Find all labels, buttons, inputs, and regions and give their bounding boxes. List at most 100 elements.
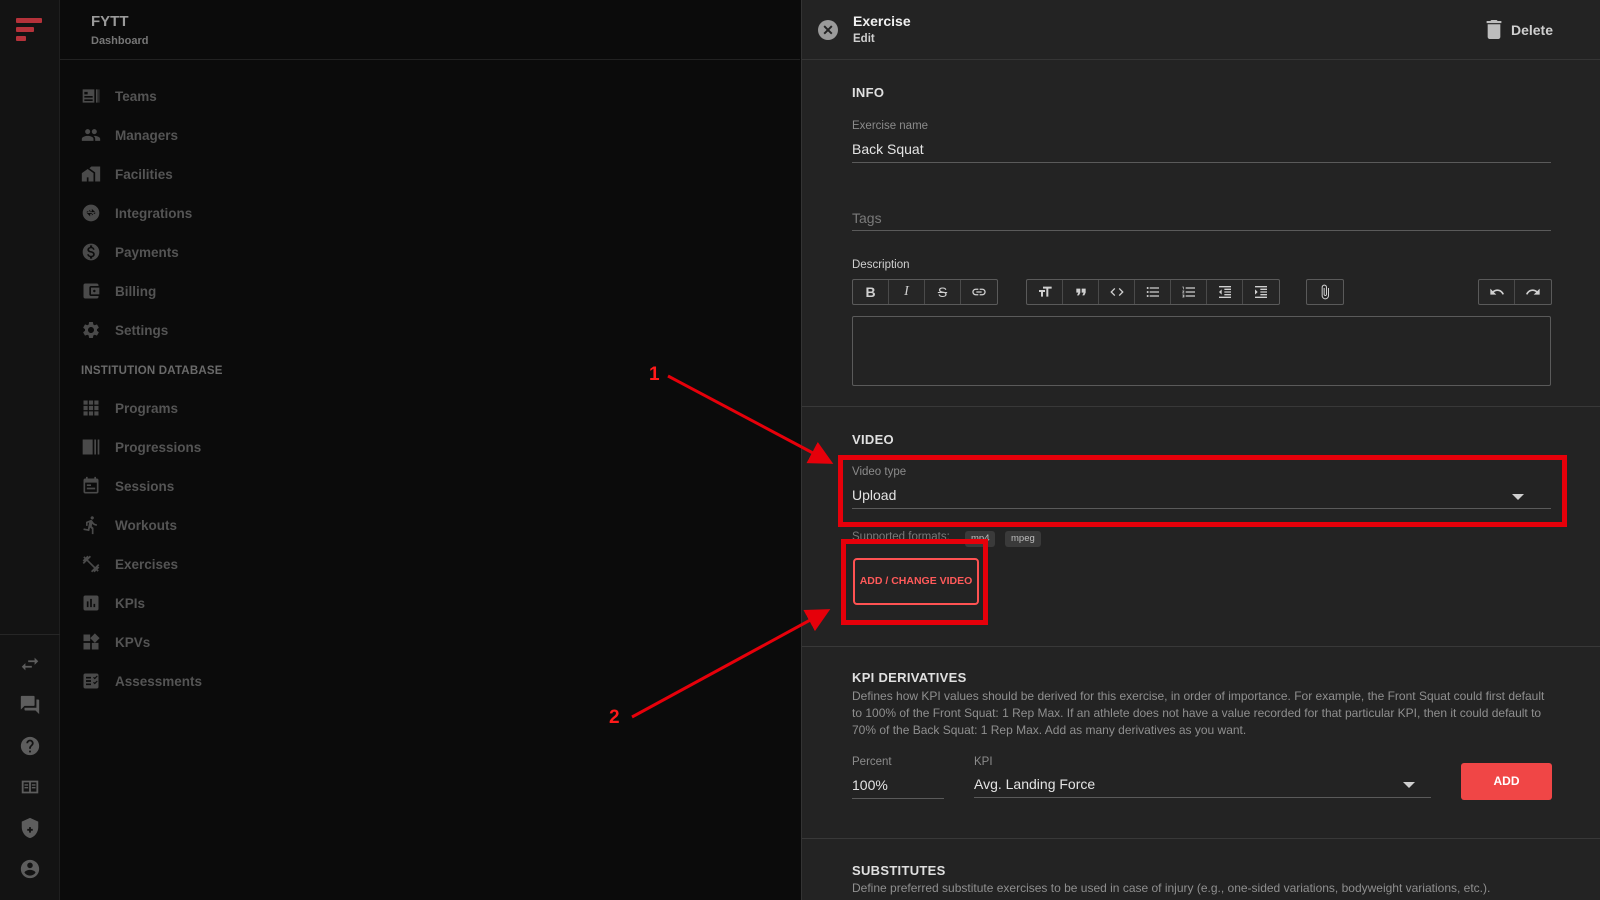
- redo-icon[interactable]: [1515, 280, 1551, 304]
- sidebar-item-billing[interactable]: Billing: [80, 279, 156, 303]
- link-icon[interactable]: [961, 280, 997, 304]
- close-icon[interactable]: ✕: [818, 20, 838, 40]
- panel-title: Exercise: [853, 13, 911, 29]
- tags-input[interactable]: Tags: [852, 210, 882, 226]
- bullet-list-icon[interactable]: [1135, 280, 1171, 304]
- kpi-label: KPI: [974, 756, 993, 768]
- progressions-icon: [82, 439, 100, 455]
- managers-icon: [81, 129, 101, 141]
- assessments-icon: [83, 673, 99, 689]
- numbered-list-icon[interactable]: [1171, 280, 1207, 304]
- section-divider: [802, 838, 1600, 839]
- bold-icon[interactable]: B: [853, 280, 889, 304]
- undo-icon[interactable]: [1479, 280, 1515, 304]
- description-editor[interactable]: [852, 316, 1551, 386]
- section-divider: [802, 646, 1600, 647]
- percent-input[interactable]: 100%: [852, 777, 888, 793]
- chat-icon[interactable]: [19, 694, 41, 716]
- sidebar-item-managers[interactable]: Managers: [80, 123, 178, 147]
- payments-icon: [82, 243, 100, 261]
- sidebar-item-label: KPVs: [115, 634, 151, 650]
- sidebar-item-label: Payments: [115, 244, 179, 260]
- integrations-icon: [82, 204, 100, 222]
- kpvs-icon: [83, 633, 100, 650]
- sidebar-item-workouts[interactable]: Workouts: [80, 513, 177, 537]
- info-section-title: INFO: [852, 85, 885, 100]
- kpi-derivatives-description: Defines how KPI values should be derived…: [852, 689, 1545, 737]
- sidebar-item-label: Integrations: [115, 205, 193, 221]
- attachment-icon[interactable]: [1307, 280, 1343, 304]
- percent-underline: [852, 798, 944, 799]
- shield-icon[interactable]: [19, 817, 41, 839]
- kpi-underline: [974, 797, 1431, 798]
- quote-icon[interactable]: [1063, 280, 1099, 304]
- sidebar-item-kpvs[interactable]: KPVs: [80, 630, 150, 654]
- sidebar-item-label: Billing: [115, 283, 157, 299]
- format-toolbar-group-3: [1306, 279, 1344, 305]
- programs-icon: [83, 400, 99, 416]
- percent-label: Percent: [852, 756, 892, 768]
- format-toolbar-group-1: B I S: [852, 279, 998, 305]
- sidebar-item-progressions[interactable]: Progressions: [80, 435, 201, 459]
- substitutes-section-title: SUBSTITUTES: [852, 863, 946, 878]
- exercise-edit-panel: ✕ Exercise Edit Delete INFO Exercise nam…: [801, 0, 1600, 900]
- account-icon[interactable]: [19, 858, 41, 880]
- sidebar-item-payments[interactable]: Payments: [80, 240, 179, 264]
- sidebar-item-label: Programs: [115, 400, 179, 416]
- video-section-title: VIDEO: [852, 432, 894, 447]
- annotation-number-2: 2: [609, 707, 620, 728]
- sidebar-item-label: Managers: [115, 127, 179, 143]
- sidebar-item-label: KPIs: [115, 595, 146, 611]
- sidebar-item-exercises[interactable]: Exercises: [80, 552, 178, 576]
- indent-icon[interactable]: [1243, 280, 1279, 304]
- sidebar-item-label: Settings: [115, 322, 169, 338]
- app-subtitle: Dashboard: [91, 35, 149, 47]
- kpi-derivatives-section-title: KPI DERIVATIVES: [852, 670, 967, 685]
- help-icon[interactable]: [19, 735, 41, 757]
- exercises-icon: [82, 555, 100, 573]
- app-root: FYTT Dashboard Teams Managers Facilities…: [0, 0, 1600, 900]
- sidebar-item-kpis[interactable]: KPIs: [80, 591, 145, 615]
- annotation-number-1: 1: [649, 364, 660, 385]
- app-title: FYTT: [91, 13, 129, 30]
- sidebar-item-label: Workouts: [115, 517, 178, 533]
- chevron-down-icon[interactable]: [1403, 782, 1415, 788]
- settings-icon: [83, 322, 99, 338]
- sidebar-item-label: Exercises: [115, 556, 179, 572]
- workouts-icon: [83, 516, 97, 535]
- sidebar-item-integrations[interactable]: Integrations: [80, 201, 192, 225]
- code-icon[interactable]: [1099, 280, 1135, 304]
- sidebar-item-sessions[interactable]: Sessions: [80, 474, 174, 498]
- sidebar-item-programs[interactable]: Programs: [80, 396, 178, 420]
- book-icon[interactable]: [19, 776, 41, 798]
- swap-icon[interactable]: [19, 653, 41, 675]
- rail-divider: [0, 634, 60, 635]
- outdent-icon[interactable]: [1207, 280, 1243, 304]
- sidebar-item-teams[interactable]: Teams: [80, 84, 157, 108]
- fytt-logo-icon[interactable]: [16, 18, 42, 44]
- sidebar-item-assessments[interactable]: Assessments: [80, 669, 202, 693]
- sidebar-item-settings[interactable]: Settings: [80, 318, 168, 342]
- facilities-icon: [81, 166, 101, 182]
- delete-button[interactable]: Delete: [1486, 20, 1553, 39]
- strikethrough-icon[interactable]: S: [925, 280, 961, 304]
- kpis-icon: [83, 595, 99, 611]
- sessions-icon: [83, 476, 99, 494]
- format-chip-mpeg: mpeg: [1005, 531, 1041, 547]
- description-label: Description: [852, 259, 910, 271]
- sidebar-item-label: Teams: [115, 88, 157, 104]
- exercise-name-input[interactable]: Back Squat: [852, 141, 924, 157]
- tags-underline: [852, 230, 1551, 231]
- kpi-select[interactable]: Avg. Landing Force: [974, 776, 1095, 792]
- italic-icon[interactable]: I: [889, 280, 925, 304]
- icon-rail: [0, 0, 60, 900]
- sidebar-item-label: Facilities: [115, 166, 173, 182]
- delete-label: Delete: [1510, 21, 1553, 38]
- add-kpi-derivative-button[interactable]: ADD: [1461, 763, 1552, 800]
- exercise-name-underline: [852, 162, 1551, 163]
- panel-subtitle: Edit: [853, 33, 875, 45]
- annotation-box-2: [841, 539, 988, 625]
- heading-icon[interactable]: [1027, 280, 1063, 304]
- sidebar-item-facilities[interactable]: Facilities: [80, 162, 173, 186]
- annotation-arrow-2: [631, 609, 831, 719]
